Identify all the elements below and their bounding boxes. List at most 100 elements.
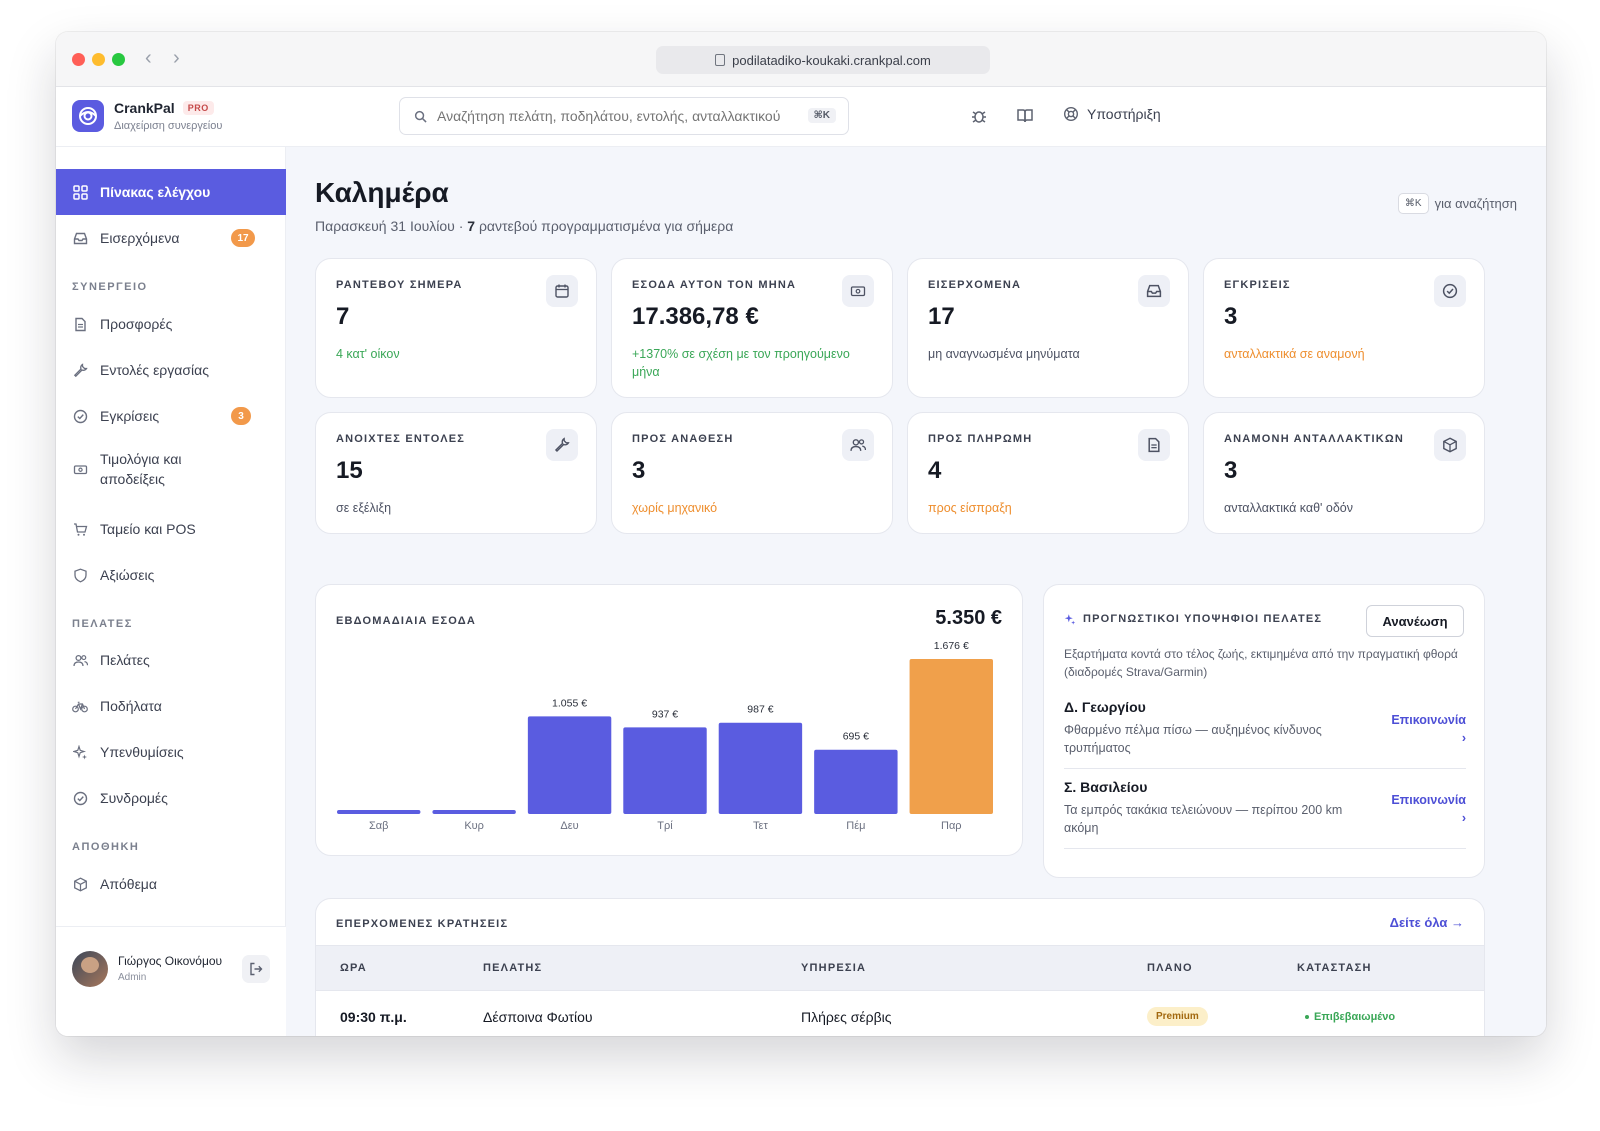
- logout-icon: [250, 962, 263, 976]
- stat-value: 3: [1224, 303, 1238, 330]
- search-shortcut: ⌘K: [807, 108, 836, 123]
- stat-card-appointments-today[interactable]: ΡΑΝΤΕΒΟΥ ΣΗΜΕΡΑ 7 4 κατ' οίκον: [315, 258, 597, 398]
- list-item: Δ. Γεωργίου Φθαρμένο πέλμα πίσω — αυξημέ…: [1064, 699, 1466, 769]
- bar-Σαβ[interactable]: [337, 810, 421, 814]
- check-circle-icon: [72, 408, 88, 424]
- stat-note: +1370% σε σχέση με τον προηγούμενο μήνα: [632, 347, 850, 379]
- column-header-plan[interactable]: ΠΛΑΝΟ: [1147, 962, 1193, 974]
- stat-note: 4 κατ' οίκον: [336, 347, 400, 361]
- stat-value: 7: [336, 303, 350, 330]
- column-header-time[interactable]: ΩΡΑ: [340, 962, 367, 974]
- bar-Πέμ[interactable]: [814, 749, 898, 814]
- stat-value: 17: [928, 303, 955, 330]
- column-header-customer[interactable]: ΠΕΛΑΤΗΣ: [483, 962, 542, 974]
- app-header: CrankPal PRO Διαχείριση συνεργείου ⌘K Υπ…: [56, 87, 1546, 147]
- stat-card-approvals[interactable]: ΕΓΚΡΙΣΕΙΣ 3 ανταλλακτικά σε αναμονή: [1203, 258, 1485, 398]
- bar-Τρί[interactable]: [623, 727, 707, 814]
- wrench-icon: [72, 362, 88, 378]
- bug-icon[interactable]: [970, 107, 988, 130]
- sidebar-item-label: Εγκρίσεις: [100, 408, 160, 424]
- sidebar-item-subscriptions[interactable]: Συνδρομές: [56, 775, 286, 821]
- stat-card-to-assign[interactable]: ΠΡΟΣ ΑΝΑΘΕΣΗ 3 χωρίς μηχανικό: [611, 412, 893, 534]
- logout-button[interactable]: [242, 955, 270, 983]
- sidebar-item-approvals[interactable]: Εγκρίσεις 3: [56, 393, 286, 439]
- sidebar-item-quotes[interactable]: Προσφορές: [56, 301, 286, 347]
- sidebar-item-label: Πίνακας ελέγχου: [100, 184, 211, 200]
- sidebar-item-dashboard[interactable]: Πίνακας ελέγχου: [56, 169, 286, 215]
- sidebar-item-stock[interactable]: Απόθεμα: [56, 861, 286, 907]
- cart-icon: [72, 521, 88, 537]
- box-icon: [72, 876, 88, 892]
- calendar-icon: [546, 275, 578, 307]
- user-name: Γιώργος Οικονόμου: [118, 954, 223, 968]
- sidebar-item-label: Προσφορές: [100, 316, 173, 332]
- stat-card-open-orders[interactable]: ΑΝΟΙΧΤΕΣ ΕΝΤΟΛΕΣ 15 σε εξέλιξη: [315, 412, 597, 534]
- refresh-button[interactable]: Ανανέωση: [1366, 605, 1464, 637]
- search-input[interactable]: [437, 108, 797, 124]
- sidebar-item-label: Συνδρομές: [100, 790, 168, 806]
- stat-card-monthly-revenue[interactable]: ΕΣΟΔΑ ΑΥΤΟΝ ΤΟΝ ΜΗΝΑ 17.386,78 € +1370% …: [611, 258, 893, 398]
- contact-link[interactable]: Επικοινωνία ›: [1386, 711, 1466, 747]
- column-header-service[interactable]: ΥΠΗΡΕΣΙΑ: [801, 962, 866, 974]
- stat-note: ανταλλακτικά καθ' οδόν: [1224, 501, 1354, 515]
- sidebar-item-invoices[interactable]: Τιμολόγια και αποδείξεις: [56, 439, 286, 499]
- stat-title: ΕΙΣΕΡΧΟΜΕΝΑ: [928, 279, 1022, 291]
- sidebar-item-work-orders[interactable]: Εντολές εργασίας: [56, 347, 286, 393]
- stat-card-awaiting-parts[interactable]: ΑΝΑΜΟΝΗ ΑΝΤΑΛΛΑΚΤΙΚΩΝ 3 ανταλλακτικά καθ…: [1203, 412, 1485, 534]
- global-search[interactable]: ⌘K: [399, 97, 849, 135]
- bar-value-label: 1.676 €: [934, 640, 969, 652]
- sidebar-item-claims[interactable]: Αξιώσεις: [56, 552, 286, 598]
- url-text: podilatadiko-koukaki.crankpal.com: [732, 52, 931, 68]
- table-header: ΩΡΑ ΠΕΛΑΤΗΣ ΥΠΗΡΕΣΙΑ ΠΛΑΝΟ ΚΑΤΑΣΤΑΣΗ: [316, 945, 1484, 991]
- stat-card-to-pay[interactable]: ΠΡΟΣ ΠΛΗΡΩΜΗ 4 προς είσπραξη: [907, 412, 1189, 534]
- date-text: Παρασκευή 31 Ιουλίου ·: [315, 218, 468, 234]
- plan-badge: Premium: [1147, 1007, 1208, 1026]
- crankpal-logo[interactable]: [72, 100, 104, 132]
- zoom-window-button[interactable]: [112, 53, 125, 66]
- stat-note: προς είσπραξη: [928, 501, 1012, 515]
- sidebar-item-pos[interactable]: Ταμείο και POS: [56, 506, 286, 552]
- document-icon: [72, 316, 88, 332]
- user-role: Admin: [118, 972, 147, 983]
- sidebar-item-label: Υπενθυμίσεις: [100, 744, 184, 760]
- bar-Δευ[interactable]: [527, 716, 612, 814]
- browser-window: ‹ › podilatadiko-koukaki.crankpal.com Cr…: [56, 32, 1546, 1036]
- sidebar-item-reminders[interactable]: Υπενθυμίσεις: [56, 729, 286, 775]
- sidebar-item-bikes[interactable]: Ποδήλατα: [56, 683, 286, 729]
- customer-name: Σ. Βασιλείου: [1064, 779, 1148, 795]
- predictive-title: ΠΡΟΓΝΩΣΤΙΚΟΙ ΥΠΟΨΗΦΙΟΙ ΠΕΛΑΤΕΣ: [1064, 613, 1322, 625]
- bicycle-icon: [72, 698, 88, 714]
- contact-link[interactable]: Επικοινωνία ›: [1386, 791, 1466, 827]
- sidebar-item-label: Εισερχόμενα: [100, 230, 180, 246]
- box-icon: [1434, 429, 1466, 461]
- sidebar-item-label: Ποδήλατα: [100, 698, 162, 714]
- support-link[interactable]: Υποστήριξη: [1063, 106, 1161, 122]
- bar-Παρ[interactable]: [909, 659, 993, 814]
- forward-arrow-icon[interactable]: ›: [173, 47, 180, 69]
- column-header-status[interactable]: ΚΑΤΑΣΤΑΣΗ: [1297, 962, 1372, 974]
- bar-Κυρ[interactable]: [432, 810, 516, 814]
- sidebar-item-inbox[interactable]: Εισερχόμενα 17: [56, 215, 286, 261]
- users-icon: [842, 429, 874, 461]
- check-circle-icon: [1434, 275, 1466, 307]
- weekly-revenue-chart: Σαβ Κυρ 1.055 € Δευ 937 € Τρί 987 € Τετ 695 € Πέμ…: [337, 640, 993, 832]
- inbox-icon: [1138, 275, 1170, 307]
- wear-description: Φθαρμένο πέλμα πίσω — αυξημένος κίνδυνος…: [1064, 723, 1322, 755]
- close-window-button[interactable]: [72, 53, 85, 66]
- minimize-window-button[interactable]: [92, 53, 105, 66]
- avatar[interactable]: [72, 951, 108, 987]
- bar-Τετ[interactable]: [718, 722, 803, 814]
- search-hint-key: ⌘K: [1397, 193, 1429, 214]
- view-all-link[interactable]: Δείτε όλα →: [1390, 915, 1464, 930]
- status-dot-icon: [1305, 1015, 1309, 1019]
- sidebar-item-label: Αξιώσεις: [100, 567, 155, 583]
- sidebar-item-customers[interactable]: Πελάτες: [56, 637, 286, 683]
- book-icon[interactable]: [1016, 107, 1034, 130]
- address-bar[interactable]: podilatadiko-koukaki.crankpal.com: [656, 46, 990, 74]
- stat-card-inbox[interactable]: ΕΙΣΕΡΧΟΜΕΝΑ 17 μη αναγνωσμένα μηνύματα: [907, 258, 1189, 398]
- back-arrow-icon[interactable]: ‹: [145, 47, 152, 69]
- x-tick-label: Παρ: [941, 820, 962, 832]
- document-icon: [1138, 429, 1170, 461]
- shield-icon: [72, 567, 88, 583]
- bar-value-label: 937 €: [652, 708, 678, 720]
